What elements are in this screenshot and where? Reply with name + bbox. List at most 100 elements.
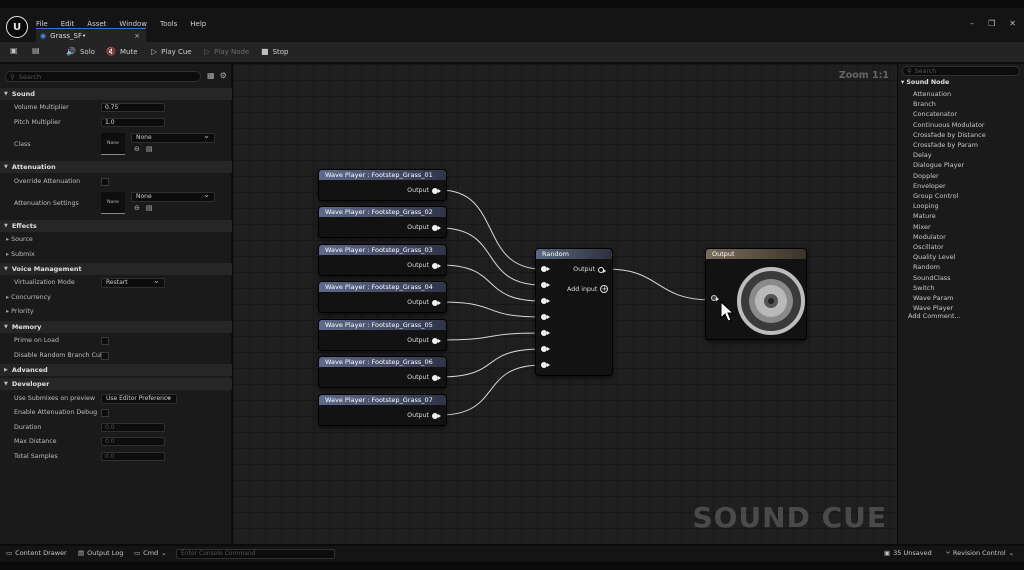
class-dropdown[interactable]: None bbox=[131, 132, 215, 143]
attenuation-thumbnail[interactable]: None bbox=[101, 192, 125, 214]
grid-view-icon[interactable]: ▦ bbox=[207, 71, 215, 80]
revision-control-button[interactable]: ⑂ Revision Control ⌄ bbox=[946, 549, 1014, 557]
use-selected-icon[interactable]: ⊖ bbox=[134, 204, 140, 212]
output-pin[interactable]: Output bbox=[407, 224, 441, 231]
input-pin-6[interactable] bbox=[541, 346, 550, 352]
input-pin-3[interactable] bbox=[541, 298, 550, 304]
category-developer[interactable]: ▼ Developer bbox=[0, 378, 232, 390]
category-attenuation[interactable]: ▼ Attenuation bbox=[0, 161, 232, 173]
palette-item-continuous-modulator[interactable]: Continuous Modulator bbox=[913, 120, 986, 130]
category-voice-management[interactable]: ▼ Voice Management bbox=[0, 263, 232, 275]
output-input-pin[interactable] bbox=[711, 295, 719, 301]
menu-window[interactable]: Window bbox=[119, 20, 147, 28]
output-pin[interactable]: Output bbox=[407, 412, 441, 419]
palette-item-switch[interactable]: Switch bbox=[913, 283, 986, 293]
palette-category-sound-node[interactable]: ▾ Sound Node bbox=[901, 79, 949, 86]
output-log-button[interactable]: ▤ Output Log bbox=[78, 549, 123, 557]
category-memory[interactable]: ▼ Memory bbox=[0, 321, 232, 333]
menu-edit[interactable]: Edit bbox=[61, 20, 75, 28]
palette-item-delay[interactable]: Delay bbox=[913, 150, 986, 160]
wave-player-node-4[interactable]: Wave Player : Footstep_Grass_04 Output bbox=[318, 281, 447, 313]
stop-button[interactable]: ■ Stop bbox=[261, 47, 288, 56]
attenuation-debug-checkbox[interactable] bbox=[101, 409, 109, 417]
minimize-button[interactable]: – bbox=[970, 19, 974, 28]
output-pin[interactable]: Output bbox=[407, 187, 441, 194]
input-pin-4[interactable] bbox=[541, 314, 550, 320]
palette-item-dialogue-player[interactable]: Dialogue Player bbox=[913, 160, 986, 170]
disable-random-branch-checkbox[interactable] bbox=[101, 352, 109, 360]
palette-item-branch[interactable]: Branch bbox=[913, 99, 986, 109]
category-advanced[interactable]: ▶ Advanced bbox=[0, 364, 232, 376]
unsaved-button[interactable]: ▣ 35 Unsaved bbox=[884, 549, 932, 557]
palette-search-input[interactable]: ⚲ Search bbox=[902, 66, 1020, 76]
menu-file[interactable]: File bbox=[36, 20, 48, 28]
palette-item-random[interactable]: Random bbox=[913, 262, 986, 272]
console-command-input[interactable]: Enter Console Command bbox=[176, 549, 335, 559]
palette-item-enveloper[interactable]: Enveloper bbox=[913, 181, 986, 191]
content-drawer-button[interactable]: ▭ Content Drawer bbox=[6, 549, 67, 557]
wave-player-node-5[interactable]: Wave Player : Footstep_Grass_05 Output bbox=[318, 319, 447, 351]
palette-item-mature[interactable]: Mature bbox=[913, 211, 986, 221]
category-sound[interactable]: ▼ Sound bbox=[0, 88, 232, 100]
output-pin[interactable]: Output bbox=[407, 374, 441, 381]
use-selected-icon[interactable]: ⊖ bbox=[134, 145, 140, 153]
override-attenuation-checkbox[interactable] bbox=[101, 178, 109, 186]
play-cue-button[interactable]: ▷ Play Cue bbox=[151, 47, 192, 56]
random-node[interactable]: Random Output Add input + bbox=[535, 248, 613, 376]
tab-close-icon[interactable]: × bbox=[134, 32, 140, 40]
pitch-multiplier-input[interactable]: 1.0 bbox=[101, 118, 165, 127]
palette-item-crossfade-by-distance[interactable]: Crossfade by Distance bbox=[913, 130, 986, 140]
restore-button[interactable]: ❐ bbox=[988, 19, 995, 28]
output-pin[interactable]: Output bbox=[407, 337, 441, 344]
mute-button[interactable]: 🔇 Mute bbox=[106, 47, 138, 56]
attenuation-settings-dropdown[interactable]: None bbox=[131, 191, 215, 202]
save-icon[interactable]: ▣ bbox=[10, 46, 18, 55]
input-pin-5[interactable] bbox=[541, 330, 550, 336]
palette-item-oscillator[interactable]: Oscillator bbox=[913, 242, 986, 252]
browse-folder-icon[interactable]: ▤ bbox=[146, 204, 153, 212]
menu-tools[interactable]: Tools bbox=[160, 20, 177, 28]
output-pin[interactable]: Output bbox=[407, 299, 441, 306]
details-search-input[interactable]: ⚲ Search bbox=[5, 71, 201, 82]
palette-item-modulator[interactable]: Modulator bbox=[913, 232, 986, 242]
browse-asset-icon[interactable]: ▤ bbox=[32, 46, 40, 55]
palette-item-concatenator[interactable]: Concatenator bbox=[913, 109, 986, 119]
output-pin[interactable]: Output bbox=[407, 262, 441, 269]
palette-item-mixer[interactable]: Mixer bbox=[913, 222, 986, 232]
palette-item-wave-param[interactable]: Wave Param bbox=[913, 293, 986, 303]
random-output-pin[interactable]: Output bbox=[573, 266, 606, 273]
browse-folder-icon[interactable]: ▤ bbox=[146, 145, 153, 153]
input-pin-7[interactable] bbox=[541, 362, 550, 368]
output-node[interactable]: Output bbox=[705, 248, 807, 340]
volume-multiplier-input[interactable]: 0.75 bbox=[101, 103, 165, 112]
unreal-logo[interactable]: U bbox=[6, 16, 28, 38]
palette-item-looping[interactable]: Looping bbox=[913, 201, 986, 211]
menu-asset[interactable]: Asset bbox=[87, 20, 106, 28]
use-submixes-dropdown[interactable]: Use Editor Preference bbox=[101, 393, 177, 404]
palette-item-crossfade-by-param[interactable]: Crossfade by Param bbox=[913, 140, 986, 150]
class-thumbnail[interactable]: None bbox=[101, 133, 125, 155]
virtualization-mode-dropdown[interactable]: Restart bbox=[101, 277, 165, 288]
wave-player-node-1[interactable]: Wave Player : Footstep_Grass_01 Output bbox=[318, 169, 447, 201]
input-pin-1[interactable] bbox=[541, 266, 550, 272]
palette-item-soundclass[interactable]: SoundClass bbox=[913, 273, 986, 283]
play-node-button[interactable]: ▷ Play Node bbox=[204, 47, 249, 56]
tab-grass-sf[interactable]: ◉ Grass_SF• × bbox=[36, 28, 146, 42]
category-effects[interactable]: ▼ Effects bbox=[0, 220, 232, 232]
add-comment-item[interactable]: Add Comment... bbox=[908, 312, 961, 320]
input-pin-2[interactable] bbox=[541, 282, 550, 288]
wave-player-node-3[interactable]: Wave Player : Footstep_Grass_03 Output bbox=[318, 244, 447, 276]
solo-button[interactable]: 🔊 Solo bbox=[66, 47, 95, 56]
graph-editor[interactable]: Zoom 1:1 SOUND CUE Wave Player : Footste… bbox=[233, 64, 897, 544]
palette-item-attenuation[interactable]: Attenuation bbox=[913, 89, 986, 99]
cmd-dropdown[interactable]: ▭ Cmd ⌄ bbox=[134, 549, 167, 557]
close-window-button[interactable]: ✕ bbox=[1009, 19, 1016, 28]
gear-icon[interactable]: ⚙ bbox=[220, 71, 227, 80]
add-input-button[interactable]: Add input + bbox=[567, 285, 609, 293]
palette-item-group-control[interactable]: Group Control bbox=[913, 191, 986, 201]
palette-item-quality-level[interactable]: Quality Level bbox=[913, 252, 986, 262]
wave-player-node-2[interactable]: Wave Player : Footstep_Grass_02 Output bbox=[318, 206, 447, 238]
wave-player-node-6[interactable]: Wave Player : Footstep_Grass_06 Output bbox=[318, 356, 447, 388]
prime-on-load-checkbox[interactable] bbox=[101, 337, 109, 345]
wave-player-node-7[interactable]: Wave Player : Footstep_Grass_07 Output bbox=[318, 394, 447, 426]
